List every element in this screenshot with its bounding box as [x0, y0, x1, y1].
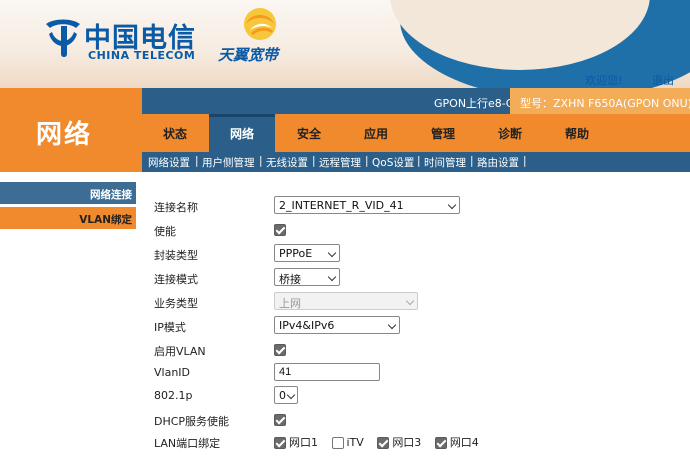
ip-mode-value: IPv4&IPv6 — [279, 319, 335, 332]
lan-port-4-label: 网口4 — [449, 436, 479, 449]
vlan-enable-label: 启用VLAN — [154, 345, 206, 358]
lan-label: LAN端口绑定 — [154, 437, 221, 450]
lan-port-3-label: 网口3 — [392, 436, 422, 449]
p8021-select[interactable]: 0 — [274, 386, 298, 404]
subtab-qos[interactable]: QoS设置 — [372, 155, 414, 170]
vlanid-input[interactable] — [274, 363, 380, 381]
section-title-box: 网络 — [0, 88, 142, 172]
lan-port-itv-label: iTV — [346, 436, 364, 449]
model-badge: 型号：ZXHN F650A(GPON ONU) — [510, 88, 690, 114]
subtab-wireless[interactable]: 无线设置 — [266, 155, 308, 170]
row-lan-binding: LAN端口绑定 网口1 iTV 网口3 网口4 — [154, 432, 654, 452]
service-label: 业务类型 — [154, 297, 198, 310]
chevron-down-icon — [405, 296, 415, 306]
left-nav: 网络连接 VLAN绑定 — [0, 172, 142, 457]
subtab-separator: | — [195, 155, 199, 167]
service-value: 上网 — [279, 297, 301, 310]
vlan-enable-checkbox[interactable] — [274, 344, 286, 356]
nav-vlan-binding[interactable]: VLAN绑定 — [0, 207, 136, 229]
p8021-value: 0 — [279, 389, 286, 402]
welcome-text: 欢迎您! — [585, 74, 623, 87]
dhcp-checkbox[interactable] — [274, 414, 286, 426]
conn-name-select[interactable]: 2_INTERNET_R_VID_41 — [274, 196, 460, 214]
china-telecom-logo: 中国电信 CHINA TELECOM — [42, 14, 232, 64]
ip-mode-select[interactable]: IPv4&IPv6 — [274, 316, 400, 334]
service-select: 上网 — [274, 292, 418, 310]
subtab-routing[interactable]: 路由设置 — [477, 155, 519, 170]
connection-form: 连接名称 2_INTERNET_R_VID_41 使能 封装类型 PPPoE 连… — [142, 172, 690, 457]
subtab-separator: | — [312, 155, 316, 167]
subtab-remote[interactable]: 远程管理 — [319, 155, 361, 170]
subtab-network-settings[interactable]: 网络设置 — [148, 155, 190, 170]
tianyi-sun-icon — [244, 8, 276, 40]
tab-application[interactable]: 应用 — [343, 114, 409, 152]
conn-name-label: 连接名称 — [154, 201, 198, 214]
encap-select[interactable]: PPPoE — [274, 244, 340, 262]
subtab-separator: | — [365, 155, 369, 167]
section-title: 网络 — [36, 120, 93, 150]
subtab-separator: | — [259, 155, 263, 167]
tab-status[interactable]: 状态 — [142, 114, 208, 152]
china-telecom-emblem-icon — [46, 19, 80, 57]
ip-mode-label: IP模式 — [154, 321, 186, 334]
mode-select[interactable]: 桥接 — [274, 268, 340, 286]
header: 中国电信 CHINA TELECOM 天翼宽带 欢迎您! 退出 — [0, 0, 690, 100]
lan-port-4-checkbox[interactable] — [434, 437, 447, 449]
lan-port-1-label: 网口1 — [289, 436, 318, 449]
lan-port-1-checkbox[interactable] — [274, 437, 286, 449]
chevron-down-icon — [327, 272, 337, 282]
sub-tabs: 网络设置 | 用户侧管理 | 无线设置 | 远程管理 | QoS设置 | 时间管… — [142, 152, 690, 172]
subtab-separator: | — [417, 155, 421, 167]
router-admin-page: 中国电信 CHINA TELECOM 天翼宽带 欢迎您! 退出 GPON上行e8… — [0, 0, 690, 457]
lan-port-options: 网口1 iTV 网口3 网口4 — [274, 434, 489, 450]
nav-network-connection[interactable]: 网络连接 — [0, 182, 136, 204]
encap-value: PPPoE — [279, 247, 313, 260]
mode-label: 连接模式 — [154, 273, 198, 286]
chevron-down-icon — [387, 320, 397, 330]
model-label: 型号： — [520, 97, 553, 110]
chevron-down-icon — [327, 248, 337, 258]
connection-type: GPON上行e8-C — [434, 97, 514, 110]
enable-label: 使能 — [154, 225, 176, 238]
tab-management[interactable]: 管理 — [410, 114, 476, 152]
vlanid-label: VlanID — [154, 366, 191, 379]
lan-port-3[interactable]: 网口3 — [377, 434, 421, 450]
lan-port-itv[interactable]: iTV — [331, 436, 364, 449]
top-links: 欢迎您! 退出 — [559, 72, 674, 88]
chevron-down-icon — [447, 200, 457, 210]
subtab-time[interactable]: 时间管理 — [424, 155, 466, 170]
subtab-user-side[interactable]: 用户侧管理 — [202, 155, 255, 170]
lan-port-1[interactable]: 网口1 — [274, 434, 318, 450]
tianyi-logo: 天翼宽带 — [218, 6, 308, 66]
tab-network[interactable]: 网络 — [209, 114, 275, 152]
main-tabs: 状态 网络 安全 应用 管理 诊断 帮助 — [142, 114, 690, 152]
mode-value: 桥接 — [279, 273, 301, 286]
tab-diagnostics[interactable]: 诊断 — [477, 114, 543, 152]
lan-port-itv-checkbox[interactable] — [331, 437, 344, 449]
brand-en-text: CHINA TELECOM — [88, 49, 196, 62]
lan-port-3-checkbox[interactable] — [377, 437, 390, 449]
dhcp-label: DHCP服务使能 — [154, 415, 230, 428]
logout-link[interactable]: 退出 — [652, 74, 674, 87]
subtab-separator: | — [523, 155, 527, 167]
enable-checkbox[interactable] — [274, 224, 286, 236]
chevron-down-icon — [286, 390, 296, 400]
subtab-separator: | — [470, 155, 474, 167]
p8021-label: 802.1p — [154, 389, 193, 402]
device-info-bar: GPON上行e8-C 型号：ZXHN F650A(GPON ONU) — [142, 88, 690, 114]
conn-name-value: 2_INTERNET_R_VID_41 — [279, 199, 404, 212]
lan-port-4[interactable]: 网口4 — [434, 434, 479, 450]
tab-help[interactable]: 帮助 — [544, 114, 610, 152]
encap-label: 封装类型 — [154, 249, 198, 262]
tianyi-text: 天翼宽带 — [218, 46, 279, 64]
tab-security[interactable]: 安全 — [276, 114, 342, 152]
model-value: ZXHN F650A(GPON ONU) — [553, 97, 690, 110]
